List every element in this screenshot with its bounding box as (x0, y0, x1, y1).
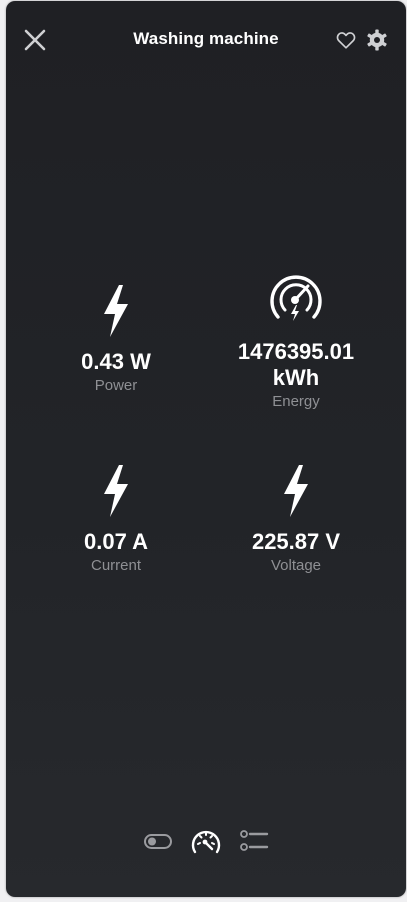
gauge-icon (191, 830, 221, 854)
nav-controls-button[interactable] (140, 823, 176, 859)
current-value: 0.07 A (83, 529, 148, 554)
energy-value: 1476395.01 kWh (237, 339, 355, 390)
page-title: Washing machine (133, 29, 279, 48)
power-label: Power (94, 377, 138, 394)
toggle-icon (144, 834, 172, 849)
voltage-value: 225.87 V (251, 529, 341, 554)
metric-energy: 1476395.01 kWh Energy (206, 271, 386, 411)
voltage-label: Voltage (270, 557, 322, 574)
close-icon (24, 29, 46, 51)
lightning-icon (104, 465, 128, 517)
current-label: Current (90, 557, 142, 574)
energy-label: Energy (272, 393, 320, 410)
close-button[interactable] (22, 27, 48, 53)
gear-icon (367, 29, 387, 51)
metric-voltage: 225.87 V Voltage (206, 463, 386, 575)
list-icon (240, 830, 269, 851)
settings-button[interactable] (365, 28, 389, 52)
metric-power: 0.43 W Power (26, 283, 206, 395)
bottom-nav (6, 823, 406, 859)
nav-list-button[interactable] (236, 823, 272, 859)
lightning-icon (284, 465, 308, 517)
favorite-button[interactable] (335, 29, 357, 51)
power-value: 0.43 W (81, 349, 151, 374)
heart-outline-icon (336, 32, 356, 49)
device-dialog: Washing machine 0.43 W Power 1476395.01 … (6, 1, 406, 897)
metric-current: 0.07 A Current (26, 463, 206, 575)
nav-sensors-button[interactable] (188, 823, 224, 859)
gauge-lightning-icon (270, 275, 322, 321)
lightning-icon (104, 285, 128, 337)
